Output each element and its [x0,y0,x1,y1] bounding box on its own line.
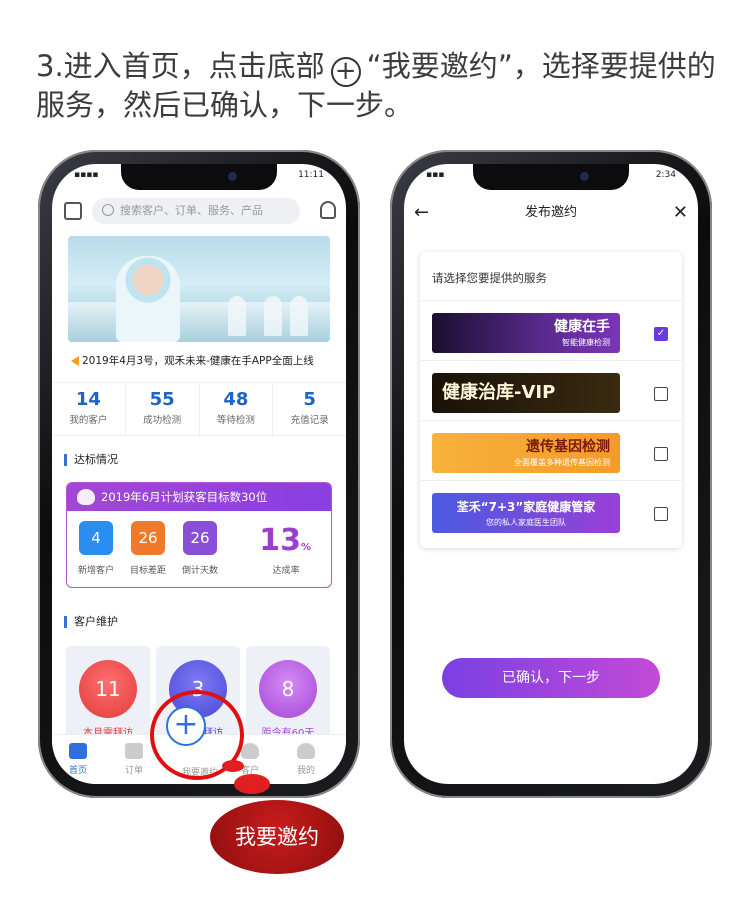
service-name: 遗传基因检测 [526,439,610,455]
service-checkbox[interactable] [654,447,668,461]
stat-recharge[interactable]: 5 充值记录 [273,383,346,435]
goal-title: 2019年6月计划获客目标数30位 [101,490,268,504]
notice-bar[interactable]: 2019年4月3号，观禾未来-健康在手APP全面上线 [62,350,336,372]
stats-row: 14 我的客户 55 成功检测 48 等待检测 5 充值记录 [52,382,346,436]
instruction-before: 3.进入首页，点击底部 [36,49,325,83]
service-banner-health: 健康在手智能健康检测 [432,313,620,353]
instruction-text: 3.进入首页，点击底部 + “我要邀约”，选择要提供的服务，然后已确认，下一步。 [36,48,716,123]
status-signal: ▪▪▪▪ [74,170,99,180]
service-row[interactable]: 遗传基因检测全面覆盖多种遗传基因检测 [420,420,682,480]
service-name: 健康在手 [554,319,610,335]
notice-text: 2019年4月3号，观禾未来-健康在手APP全面上线 [82,355,314,367]
phone-notch [121,164,277,190]
grid-icon [125,743,143,759]
goal-card: 2019年6月计划获客目标数30位 4 新增客户 26 目标差距 26 倒计天数… [66,482,332,588]
care-value: 11 [79,660,137,718]
service-banner-vip: 健康治库-VIP [432,373,620,413]
status-time: 11:11 [298,170,324,180]
tab-label: 首页 [68,766,87,776]
stat-pending-tests[interactable]: 48 等待检测 [200,383,274,435]
camera-icon [580,172,589,181]
person-icon [297,743,315,759]
speaker-icon [66,356,79,366]
goal-label: 倒计天数 [181,566,218,576]
callout-dot [234,774,270,794]
service-banner-gene: 遗传基因检测全面覆盖多种遗传基因检测 [432,433,620,473]
callout-dot [222,760,244,772]
service-name: 健康治库-VIP [442,382,556,403]
phone-invite: ▪▪▪ 2:34 ← 发布邀约 ✕ 请选择您要提供的服务 健康在手智能健康检测 … [390,150,712,798]
rate-unit: % [300,542,311,553]
service-banner-family: 荃禾“7+3”家庭健康管家您的私人家庭医生团队 [432,493,620,533]
service-row[interactable]: 健康在手智能健康检测 ✓ [420,300,682,360]
confirm-next-button[interactable]: 已确认，下一步 [442,658,660,698]
heart-icon [241,743,259,759]
tab-label: 订单 [124,766,143,776]
service-checkbox[interactable] [654,507,668,521]
page-title: 发布邀约 [524,205,577,220]
service-row[interactable]: 荃禾“7+3”家庭健康管家您的私人家庭医生团队 [420,480,682,540]
stat-label: 等待检测 [216,415,255,426]
service-checkbox[interactable] [654,387,668,401]
stat-my-customers[interactable]: 14 我的客户 [52,383,126,435]
search-placeholder: 搜索客户、订单、服务、产品 [120,204,263,217]
service-checkbox[interactable]: ✓ [654,327,668,341]
bell-icon[interactable] [320,201,336,219]
status-signal: ▪▪▪ [426,170,445,180]
status-time: 2:34 [655,170,676,180]
stat-success-tests[interactable]: 55 成功检测 [126,383,200,435]
doctor-figure [116,256,180,342]
goal-label: 新增客户 [77,566,114,576]
stat-label: 我的客户 [69,415,108,426]
search-input[interactable]: 搜索客户、订单、服务、产品 [92,198,300,224]
camera-icon [228,172,237,181]
tab-orders[interactable]: 订单 [114,743,154,776]
tab-home[interactable]: 首页 [58,743,98,776]
search-icon [102,204,114,216]
close-icon[interactable]: ✕ [673,198,688,228]
stat-value: 5 [303,389,316,410]
scan-icon[interactable] [64,202,82,220]
tab-mine[interactable]: 我的 [286,743,326,776]
home-banner-image[interactable] [68,236,330,342]
rate-label: 达成率 [272,566,300,576]
goal-days-value: 26 [183,521,217,555]
invite-callout-bubble: 我要邀约 [210,800,344,874]
service-sub: 您的私人家庭医生团队 [486,518,566,527]
home-icon [69,743,87,759]
service-card: 请选择您要提供的服务 健康在手智能健康检测 ✓ 健康治库-VIP 遗传基因检测全… [420,252,682,548]
invite-screen: ▪▪▪ 2:34 ← 发布邀约 ✕ 请选择您要提供的服务 健康在手智能健康检测 … [404,164,698,784]
service-sub: 全面覆盖多种遗传基因检测 [514,458,610,467]
rate-value: 13% [259,523,311,558]
goal-header: 2019年6月计划获客目标数30位 [67,483,331,511]
back-arrow-icon[interactable]: ← [414,198,429,228]
stat-label: 充值记录 [290,415,329,426]
invite-header: ← 发布邀约 ✕ [404,198,698,228]
lab-figure [264,296,282,336]
phone-notch [473,164,629,190]
rate-number: 13 [259,523,301,558]
service-sub: 智能健康检测 [562,338,610,347]
tab-label: 我的 [296,766,315,776]
stat-value: 55 [149,389,175,410]
service-prompt: 请选择您要提供的服务 [432,271,547,285]
heart-icon [77,489,95,505]
stat-label: 成功检测 [143,415,182,426]
stat-value: 48 [223,389,249,410]
lab-figure [228,296,246,336]
care-value: 8 [259,660,317,718]
lab-figure [290,296,308,336]
care-card-month[interactable]: 11本月需拜访 [66,646,150,746]
service-row[interactable]: 健康治库-VIP [420,360,682,420]
goal-label: 目标差距 [129,566,166,576]
stat-value: 14 [75,389,101,410]
service-name: 荃禾“7+3”家庭健康管家 [456,500,596,514]
section-title-goal: 达标情况 [64,454,118,466]
section-title-care: 客户维护 [64,616,118,628]
goal-gap-value: 26 [131,521,165,555]
home-topbar: 搜索客户、订单、服务、产品 [52,194,346,230]
goal-new-customers-value: 4 [79,521,113,555]
plus-circle-icon: + [330,57,361,87]
care-card-60days[interactable]: 8距今有60天 [246,646,330,746]
